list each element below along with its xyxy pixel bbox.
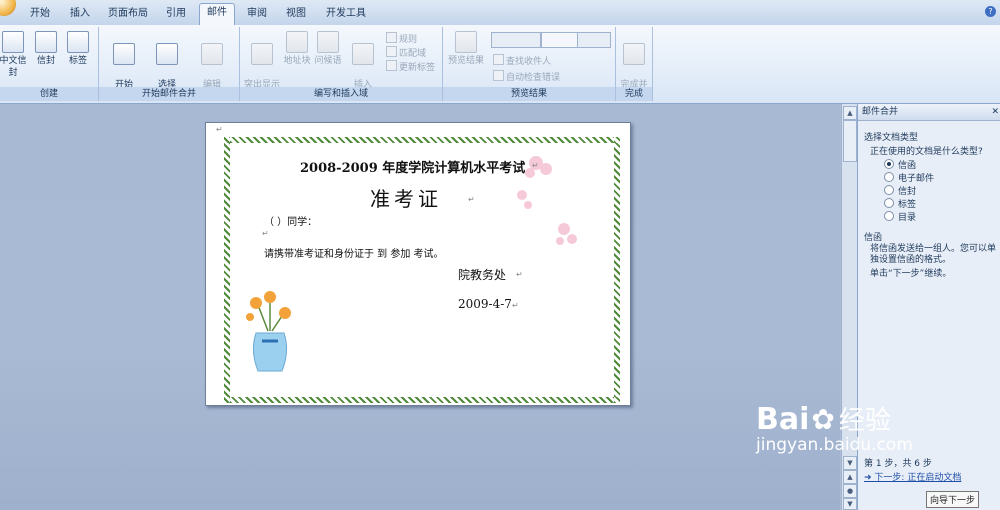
paragraph-mark-icon: ↵ — [216, 125, 223, 134]
group-label-write-insert-fields: 编写和插入域 — [240, 87, 442, 101]
greeting-icon — [317, 31, 339, 53]
check-errors-icon — [493, 70, 504, 81]
chinese-envelope-button[interactable]: 中文信封 — [0, 31, 30, 79]
group-start-mail-merge: 开始 邮件合并 选择 收件人 编辑 收件人列表 开始邮件合并 — [99, 27, 240, 102]
option-labels[interactable]: 标签 — [884, 197, 916, 210]
document-icon — [113, 43, 135, 65]
group-finish: 完成并 合并 完成 — [616, 27, 653, 102]
browse-object-icon[interactable]: ● — [843, 484, 857, 498]
option-directory[interactable]: 目录 — [884, 210, 916, 223]
recipients-icon — [156, 43, 178, 65]
group-write-insert-fields: 突出显示 合并域 地址块 问候语 插入 合并域 规则 匹配域 更新标签 编写和插… — [240, 27, 443, 102]
tab-developer[interactable]: 开发工具 — [320, 5, 372, 23]
group-create: 中文信封 信封 标签 创建 — [0, 27, 99, 101]
record-nav-prev[interactable] — [491, 32, 541, 48]
group-label-preview-results: 预览结果 — [443, 87, 615, 101]
instruction-line: 请携带准考证和身份证于 到 参加 考试。 — [264, 249, 444, 260]
document-title: 2008-2009 年度学院计算机水平考试 — [300, 161, 526, 176]
next-step-link[interactable]: ➜ 下一步: 正在启动文档 — [864, 470, 961, 483]
document-heading: 准考证 — [370, 187, 442, 211]
task-pane-title: 邮件合并 — [862, 107, 899, 117]
tab-page-layout[interactable]: 页面布局 — [103, 5, 153, 23]
match-fields-button[interactable]: 匹配域 — [386, 46, 426, 59]
rules-icon — [386, 32, 397, 43]
option-envelope[interactable]: 信封 — [884, 184, 916, 197]
tab-insert[interactable]: 插入 — [62, 5, 98, 23]
watermark-brand-cn: 经验 — [838, 406, 891, 436]
paragraph-mark-icon: ↵ — [512, 301, 519, 310]
rules-button[interactable]: 规则 — [386, 32, 417, 45]
radio-icon[interactable] — [884, 172, 894, 182]
tab-references[interactable]: 引用 — [158, 5, 194, 23]
finish-merge-icon — [623, 43, 645, 65]
date-line: 2009-4-7 — [458, 297, 512, 311]
section-title-letter: 信函 — [864, 233, 883, 243]
watermark-url: jingyan.baidu.com — [756, 435, 913, 455]
next-arrow-icon: ➜ — [864, 473, 872, 483]
envelope-icon — [2, 31, 24, 53]
magnifier-icon — [455, 31, 477, 53]
update-labels-icon — [386, 60, 397, 71]
match-fields-icon — [386, 46, 397, 57]
address-block-icon — [286, 31, 308, 53]
paw-icon: ✿ — [811, 403, 835, 436]
edit-list-icon — [201, 43, 223, 65]
tab-review[interactable]: 审阅 — [239, 5, 275, 23]
continue-instruction: 单击“下一步”继续。 — [870, 269, 952, 279]
address-block-button[interactable]: 地址块 — [282, 31, 312, 67]
record-nav-next[interactable] — [577, 32, 611, 48]
paragraph-mark-icon: ↵ — [516, 270, 523, 279]
ribbon: 中文信封 信封 标签 创建 开始 邮件合并 选择 收件人 编辑 收件人列表 开始… — [0, 25, 1000, 104]
tab-mailings[interactable]: 邮件 — [199, 3, 235, 25]
radio-icon[interactable] — [884, 198, 894, 208]
insert-field-icon — [352, 43, 374, 65]
envelope-button[interactable]: 信封 — [32, 31, 60, 67]
scroll-down-icon[interactable]: ▼ — [843, 456, 857, 470]
auto-check-errors-button[interactable]: 自动检查错误 — [493, 70, 560, 83]
envelope-icon — [35, 31, 57, 53]
task-pane-header: 邮件合并 ✕ — [858, 104, 1000, 121]
paragraph-mark-icon: ↵ — [468, 195, 475, 204]
flower-vase-decoration — [246, 291, 291, 372]
watermark-brand: Bai — [756, 402, 810, 437]
scroll-thumb[interactable] — [843, 120, 857, 162]
next-page-icon[interactable]: ▼ — [843, 498, 857, 510]
group-label-start-mail-merge: 开始邮件合并 — [99, 87, 239, 101]
highlight-icon — [251, 43, 273, 65]
signature-line: 院教务处 — [458, 268, 507, 282]
paragraph-mark-icon: ↵ — [532, 161, 539, 170]
labels-button[interactable]: 标签 — [64, 31, 92, 67]
find-recipient-button[interactable]: 查找收件人 — [493, 54, 551, 67]
student-line: （ ）同学： — [264, 217, 318, 228]
section-title-doc-type: 选择文档类型 — [864, 133, 919, 143]
doc-type-question: 正在使用的文档是什么类型? — [870, 147, 983, 157]
labels-icon — [67, 31, 89, 53]
tab-view[interactable]: 视图 — [278, 5, 314, 23]
baidu-jingyan-watermark: Bai✿ 经验 jingyan.baidu.com — [756, 400, 913, 455]
update-labels-button[interactable]: 更新标签 — [386, 60, 435, 73]
option-letter[interactable]: 信函 — [884, 158, 916, 171]
preview-results-button[interactable]: 预览结果 — [445, 31, 487, 67]
close-icon[interactable]: ✕ — [991, 104, 999, 120]
radio-icon[interactable] — [884, 185, 894, 195]
option-email[interactable]: 电子邮件 — [884, 171, 934, 184]
group-label-create: 创建 — [0, 87, 98, 101]
document-page[interactable]: 2008-2009 年度学院计算机水平考试 ↵ 准考证 ↵ （ ）同学： ↵ 请… — [205, 122, 631, 406]
office-button[interactable] — [0, 0, 16, 16]
help-icon[interactable]: ? — [985, 6, 996, 17]
wizard-next-tooltip: 向导下一步 — [926, 491, 980, 508]
tab-home[interactable]: 开始 — [22, 5, 58, 23]
ribbon-tab-bar: 开始 插入 页面布局 引用 邮件 审阅 视图 开发工具 ? — [0, 0, 1000, 26]
paragraph-mark-icon: ↵ — [262, 229, 269, 238]
scroll-up-icon[interactable]: ▲ — [843, 106, 857, 120]
greeting-line-button[interactable]: 问候语 — [313, 31, 343, 67]
radio-selected-icon[interactable] — [884, 159, 894, 169]
find-icon — [493, 54, 504, 65]
group-preview-results: 预览结果 查找收件人 自动检查错误 预览结果 — [443, 27, 616, 101]
previous-page-icon[interactable]: ▲ — [843, 470, 857, 484]
wizard-step-indicator: 第 1 步，共 6 步 — [864, 459, 932, 469]
letter-description: 将信函发送给一组人。您可以单独设置信函的格式。 — [870, 244, 997, 265]
radio-icon[interactable] — [884, 211, 894, 221]
group-label-finish: 完成 — [616, 87, 652, 101]
